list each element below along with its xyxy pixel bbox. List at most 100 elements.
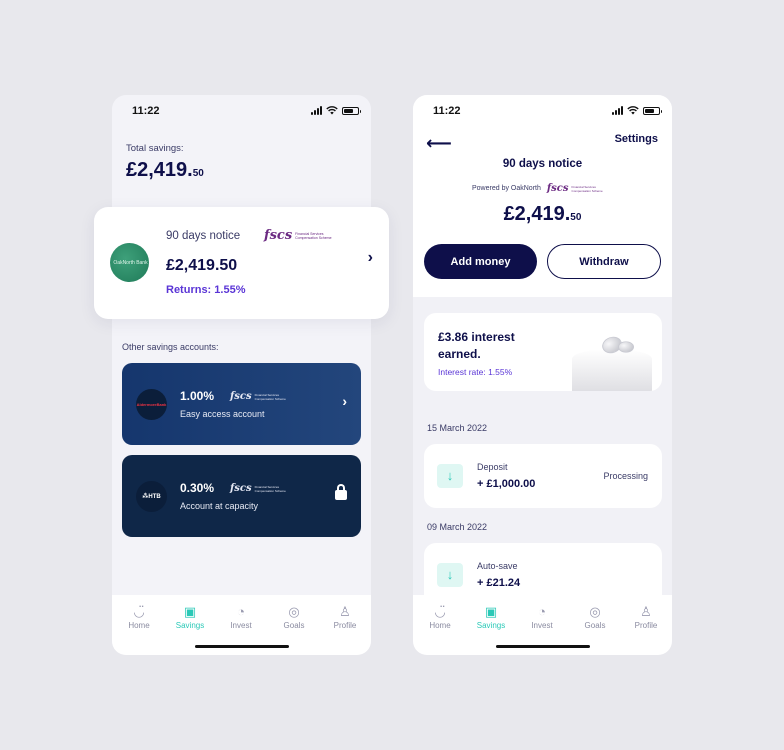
battery-icon	[643, 106, 662, 115]
settings-link[interactable]: Settings	[615, 133, 658, 145]
transaction-amount: + £1,000.00	[477, 478, 536, 490]
tab-label: Profile	[333, 621, 357, 630]
tab-bar: ◡̈ Home ▣ Savings ◔ Invest ◎ Goals ♙ Profile	[413, 595, 672, 655]
total-savings-amount: £2,419.50	[126, 159, 204, 182]
fscs-logo-mark: fscs	[230, 483, 252, 494]
wallet-icon: ▣	[183, 604, 197, 619]
savings-screen-background: 11:22 Total savings: £2,419.50 Other sav…	[112, 95, 371, 655]
tab-label: Home	[128, 621, 150, 630]
home-smile-icon: ◡̈	[133, 604, 145, 619]
total-amount-pence: 50	[192, 168, 204, 179]
fscs-logo-mark: fscs	[264, 228, 293, 243]
cellular-signal-icon	[311, 106, 322, 115]
account-card-easy-access[interactable]: AldermoreBank 1.00% fscs Financial Servic…	[122, 363, 361, 445]
status-time: 11:22	[132, 105, 160, 117]
powered-by-text: Powered by OakNorth	[472, 185, 541, 192]
fscs-logo: fscs Financial Services Compensation Sche…	[230, 391, 289, 402]
transaction-amount: + £21.24	[477, 577, 521, 589]
home-indicator[interactable]	[495, 645, 590, 648]
status-time: 11:22	[433, 105, 461, 117]
total-amount-pounds: £2,419.	[126, 159, 193, 181]
detail-amount-pounds: £2,419.	[503, 203, 571, 225]
fscs-logo-text: Financial Services Compensation Scheme	[254, 392, 286, 401]
transaction-label: Deposit	[477, 462, 508, 472]
withdraw-button[interactable]: Withdraw	[547, 244, 661, 279]
coin-illustration	[618, 341, 634, 353]
powered-by: Powered by OakNorth fscs Financial Servic…	[472, 183, 606, 194]
tab-label: Savings	[476, 621, 506, 630]
arrow-down-icon: ↓	[437, 464, 463, 488]
account-subtitle: Easy access account	[180, 409, 265, 419]
fscs-logo-text: Financial Services Compensation Scheme	[254, 484, 286, 493]
account-card-at-capacity[interactable]: ⁂ HTB 0.30% fscs Financial Services Compe…	[122, 455, 361, 537]
tab-label: Home	[429, 621, 451, 630]
user-icon: ♙	[339, 604, 351, 619]
account-rate: 1.00%	[180, 389, 215, 403]
target-icon: ◎	[589, 604, 601, 619]
tab-label: Invest	[230, 621, 252, 630]
tab-invest[interactable]: ◔ Invest	[517, 603, 567, 630]
transaction-date: 09 March 2022	[427, 522, 488, 532]
home-indicator[interactable]	[194, 645, 289, 648]
tab-profile[interactable]: ♙ Profile	[621, 603, 671, 630]
fscs-logo-text: Financial Services Compensation Scheme	[295, 231, 332, 240]
lock-icon	[335, 484, 347, 500]
status-bar: 11:22	[413, 95, 672, 127]
aldermore-bank-logo: AldermoreBank	[136, 389, 167, 420]
wifi-icon	[627, 106, 639, 115]
detail-title: 90 days notice	[502, 158, 583, 170]
tab-savings[interactable]: ▣ Savings	[165, 603, 215, 630]
target-icon: ◎	[288, 604, 300, 619]
other-accounts-label: Other savings accounts:	[122, 342, 219, 352]
fscs-logo-text: Financial Services Compensation Scheme	[571, 184, 603, 193]
transaction-row[interactable]: ↓ Deposit + £1,000.00 Processing	[424, 444, 662, 508]
battery-icon	[342, 106, 361, 115]
savings-screen: 11:22 Total savings: £2,419.50 Other sav…	[94, 95, 389, 655]
tab-savings[interactable]: ▣ Savings	[466, 603, 516, 630]
interest-rate: Interest rate: 1.55%	[438, 367, 513, 377]
account-subtitle: Account at capacity	[180, 501, 259, 511]
tab-label: Goals	[584, 621, 606, 630]
fscs-logo: fscs Financial Services Compensation Sche…	[230, 483, 289, 494]
pie-chart-icon: ◔	[237, 604, 245, 619]
chevron-right-icon: ›	[367, 249, 373, 266]
tab-home[interactable]: ◡̈ Home	[415, 603, 465, 630]
tab-home[interactable]: ◡̈ Home	[114, 603, 164, 630]
tab-label: Invest	[531, 621, 553, 630]
oaknorth-bank-logo: OakNorth Bank	[110, 243, 149, 282]
transaction-date: 15 March 2022	[427, 423, 488, 433]
main-account-card[interactable]: OakNorth Bank 90 days notice fscs Financi…	[94, 207, 389, 319]
tab-goals[interactable]: ◎ Goals	[269, 603, 319, 630]
fscs-logo-mark: fscs	[230, 391, 252, 402]
fscs-logo-mark: fscs	[546, 183, 569, 194]
detail-amount-pence: 50	[570, 212, 582, 223]
add-money-button[interactable]: Add money	[424, 244, 537, 279]
arrow-down-icon: ↓	[437, 563, 463, 587]
home-smile-icon: ◡̈	[434, 604, 446, 619]
tab-profile[interactable]: ♙ Profile	[320, 603, 370, 630]
main-account-title: 90 days notice	[166, 230, 241, 242]
pie-chart-icon: ◔	[538, 604, 546, 619]
wallet-icon: ▣	[484, 604, 498, 619]
tab-label: Savings	[175, 621, 205, 630]
interest-card: £3.86 interest earned. Interest rate: 1.…	[424, 313, 662, 391]
tab-invest[interactable]: ◔ Invest	[216, 603, 266, 630]
account-detail-screen: 11:22 ⟵ Settings 90 days notice Powered …	[413, 95, 672, 655]
fscs-logo: fscs Financial Services Compensation Sche…	[547, 183, 606, 194]
detail-header: 11:22 ⟵ Settings 90 days notice Powered …	[413, 95, 672, 297]
user-icon: ♙	[640, 604, 652, 619]
tab-goals[interactable]: ◎ Goals	[570, 603, 620, 630]
wifi-icon	[326, 106, 338, 115]
transaction-status: Processing	[603, 471, 648, 481]
htb-logo: ⁂ HTB	[136, 481, 167, 512]
fscs-logo: fscs Financial Services Compensation Sche…	[264, 228, 337, 243]
oaknorth-logo-text: OakNorth Bank	[113, 259, 148, 266]
chevron-right-icon: ›	[342, 393, 347, 409]
status-icons	[311, 106, 361, 115]
status-bar: 11:22	[112, 95, 371, 127]
back-arrow-icon[interactable]: ⟵	[426, 133, 452, 154]
detail-amount: £2,419.50	[413, 203, 672, 226]
status-icons	[612, 106, 662, 115]
main-account-amount: £2,419.50	[166, 257, 238, 274]
total-savings-label: Total savings:	[126, 143, 184, 154]
